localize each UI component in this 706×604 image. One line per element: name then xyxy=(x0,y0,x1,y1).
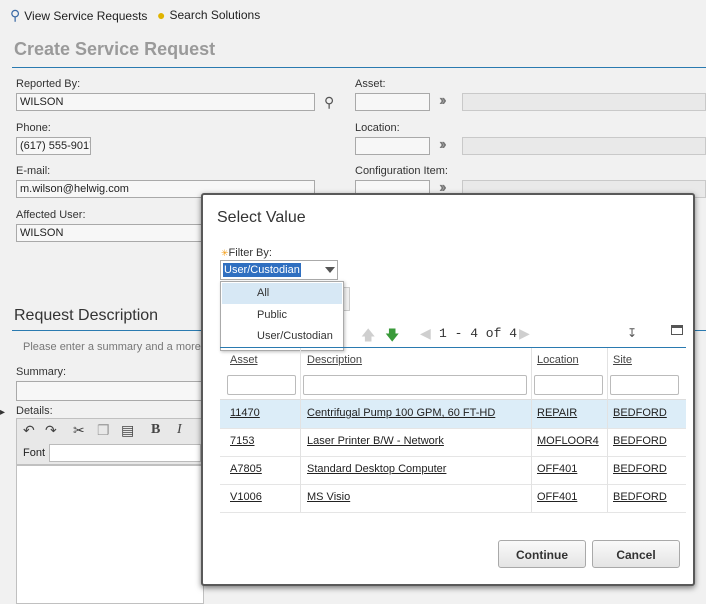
details-editor-toolbar: ↶ ↷ ✂ ❐ ▤ B I xyxy=(16,418,204,444)
request-description-heading: Request Description xyxy=(14,307,159,324)
location-field[interactable] xyxy=(355,137,430,155)
dropdown-option-user-custodian[interactable]: User/Custodian xyxy=(222,326,342,347)
asset-detail-icon[interactable]: ›› xyxy=(439,92,446,110)
next-page-icon[interactable]: ▶ xyxy=(519,325,530,342)
details-marker: ▸ xyxy=(0,407,6,418)
cut-icon[interactable]: ✂ xyxy=(73,422,85,439)
arrow-down-icon[interactable]: 🡇 xyxy=(385,325,399,349)
asset-filter-input[interactable] xyxy=(227,375,296,395)
table-row[interactable]: V1006 MS Visio OFF401 BEDFORD xyxy=(220,484,686,513)
minimize-table-icon[interactable] xyxy=(671,325,683,335)
affected-user-label: Affected User: xyxy=(16,209,86,221)
details-label: Details: xyxy=(16,405,53,417)
cell-location[interactable]: OFF401 xyxy=(537,491,577,503)
location-filter-input[interactable] xyxy=(534,375,603,395)
redo-icon[interactable]: ↷ xyxy=(45,422,57,439)
phone-label: Phone: xyxy=(16,122,51,134)
lightbulb-icon: ● xyxy=(157,7,166,23)
column-divider xyxy=(300,348,301,512)
cell-location[interactable]: OFF401 xyxy=(537,463,577,475)
filter-by-text: Filter By: xyxy=(228,247,272,259)
select-value-dialog: Select Value ✳Filter By: User/Custodian … xyxy=(201,193,695,586)
asset-description-field xyxy=(462,93,706,111)
cell-asset[interactable]: 7153 xyxy=(230,435,254,447)
undo-icon[interactable]: ↶ xyxy=(23,422,35,439)
location-description-field xyxy=(462,137,706,155)
cell-site[interactable]: BEDFORD xyxy=(613,435,667,447)
table-top-rule xyxy=(220,347,686,348)
view-service-requests-label: View Service Requests xyxy=(24,8,148,23)
dropdown-option-all[interactable]: All xyxy=(222,283,342,304)
site-filter-input[interactable] xyxy=(610,375,679,395)
location-detail-icon[interactable]: ›› xyxy=(439,136,446,154)
dropdown-option-public[interactable]: Public xyxy=(222,305,342,326)
paste-icon[interactable]: ▤ xyxy=(121,422,134,439)
cell-description[interactable]: MS Visio xyxy=(307,491,350,503)
filter-by-label: ✳Filter By: xyxy=(221,247,272,259)
asset-label: Asset: xyxy=(355,78,386,90)
column-header-description[interactable]: Description xyxy=(307,354,362,366)
config-item-label: Configuration Item: xyxy=(355,165,448,177)
affected-user-field[interactable]: WILSON xyxy=(16,224,202,242)
font-select[interactable] xyxy=(49,444,201,462)
search-solutions-link[interactable]: ● Search Solutions xyxy=(157,7,260,23)
pager-text: 1 - 4 of 4 xyxy=(439,326,518,341)
download-icon[interactable]: ↧ xyxy=(627,326,637,340)
cell-site[interactable]: BEDFORD xyxy=(613,407,667,419)
table-row[interactable]: 7153 Laser Printer B/W - Network MOFLOOR… xyxy=(220,428,686,457)
summary-label: Summary: xyxy=(16,366,67,378)
search-icon[interactable]: ⚲ xyxy=(324,94,334,111)
column-divider xyxy=(531,348,532,512)
cell-location[interactable]: MOFLOOR4 xyxy=(537,435,599,447)
continue-button[interactable]: Continue xyxy=(498,540,586,568)
service-requests-icon: ⚲ xyxy=(10,7,21,23)
cell-description[interactable]: Centrifugal Pump 100 GPM, 60 FT-HD xyxy=(307,407,495,419)
cell-site[interactable]: BEDFORD xyxy=(613,463,667,475)
cell-asset[interactable]: A7805 xyxy=(230,463,262,475)
column-divider xyxy=(607,348,608,512)
cell-asset[interactable]: 11470 xyxy=(230,407,260,419)
page-title: Create Service Request xyxy=(14,39,216,59)
reported-by-label: Reported By: xyxy=(16,78,81,90)
column-header-location[interactable]: Location xyxy=(537,354,579,366)
table-row[interactable]: A7805 Standard Desktop Computer OFF401 B… xyxy=(220,456,686,485)
dialog-title: Select Value xyxy=(217,209,306,226)
font-label: Font xyxy=(23,447,46,459)
view-service-requests-link[interactable]: ⚲ View Service Requests xyxy=(10,7,147,24)
summary-field[interactable] xyxy=(16,381,202,401)
filter-by-selected-value: User/Custodian xyxy=(223,263,301,277)
cancel-button[interactable]: Cancel xyxy=(592,540,680,568)
location-label: Location: xyxy=(355,122,400,134)
cell-description[interactable]: Standard Desktop Computer xyxy=(307,463,446,475)
search-solutions-label: Search Solutions xyxy=(169,8,261,22)
table-row[interactable]: 11470 Centrifugal Pump 100 GPM, 60 FT-HD… xyxy=(220,400,686,429)
font-toolbar: Font xyxy=(16,442,204,465)
copy-icon[interactable]: ❐ xyxy=(97,422,110,439)
cell-description[interactable]: Laser Printer B/W - Network xyxy=(307,435,444,447)
chevron-down-icon[interactable] xyxy=(325,267,335,273)
column-header-asset[interactable]: Asset xyxy=(230,354,258,366)
cell-site[interactable]: BEDFORD xyxy=(613,491,667,503)
italic-icon[interactable]: I xyxy=(177,422,182,438)
reported-by-field[interactable]: WILSON xyxy=(16,93,315,111)
details-editor-area[interactable] xyxy=(16,465,204,604)
cell-location[interactable]: REPAIR xyxy=(537,407,577,419)
cell-asset[interactable]: V1006 xyxy=(230,491,262,503)
email-label: E-mail: xyxy=(16,165,51,177)
description-hint: Please enter a summary and a more xyxy=(23,341,201,353)
bold-icon[interactable]: B xyxy=(151,422,160,438)
arrow-up-icon[interactable]: 🡅 xyxy=(361,325,375,349)
asset-field[interactable] xyxy=(355,93,430,111)
description-filter-input[interactable] xyxy=(303,375,527,395)
title-divider xyxy=(12,67,706,68)
filter-by-dropdown: All Public User/Custodian xyxy=(220,281,344,351)
filter-by-select[interactable]: User/Custodian xyxy=(220,260,338,280)
phone-field[interactable]: (617) 555-9017 xyxy=(16,137,91,155)
previous-page-icon[interactable]: ◀ xyxy=(420,325,431,342)
required-star-icon: ✳ xyxy=(221,248,229,258)
column-header-site[interactable]: Site xyxy=(613,354,632,366)
